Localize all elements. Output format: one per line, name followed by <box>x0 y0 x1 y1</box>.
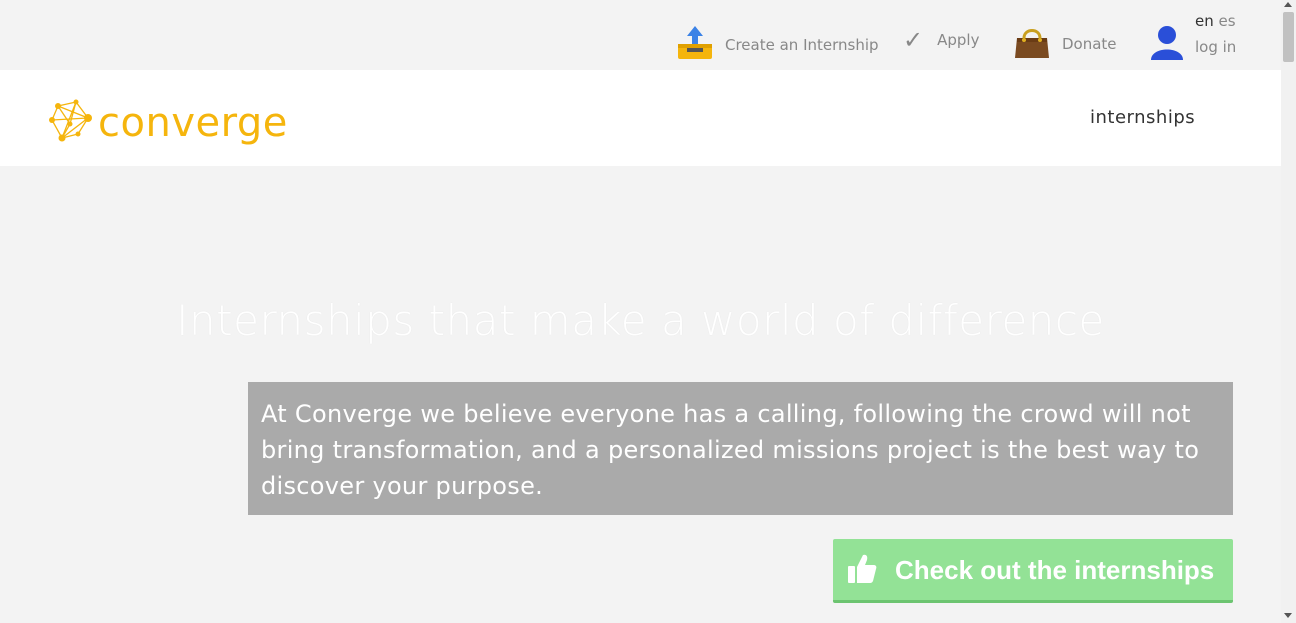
donate-link[interactable]: Donate <box>1014 24 1117 64</box>
hero-description: At Converge we believe everyone has a ca… <box>261 400 1200 500</box>
create-internship-label: Create an Internship <box>725 36 879 54</box>
scroll-up-arrow-icon[interactable] <box>1284 2 1292 7</box>
apply-link[interactable]: ✓ Apply <box>903 28 979 52</box>
lang-en[interactable]: en <box>1195 12 1214 30</box>
vertical-scrollbar[interactable] <box>1281 0 1296 623</box>
network-logo-icon <box>48 98 96 147</box>
hero-title: Internships that make a world of differe… <box>176 296 1105 345</box>
top-bar: Create an Internship ✓ Apply Donate en e… <box>0 0 1281 70</box>
handbag-icon <box>1014 24 1050 64</box>
check-internships-button[interactable]: Check out the internships <box>833 539 1233 603</box>
create-internship-link[interactable]: Create an Internship <box>677 26 879 64</box>
nav-internships[interactable]: internships <box>1090 107 1195 128</box>
lang-es[interactable]: es <box>1219 12 1236 30</box>
main-navbar: converge internships <box>0 70 1281 166</box>
check-internships-label: Check out the internships <box>895 555 1215 585</box>
checkmark-icon: ✓ <box>903 26 924 54</box>
thumbs-up-icon <box>847 553 877 590</box>
language-switcher: en es <box>1195 12 1236 30</box>
user-icon <box>1150 24 1184 64</box>
hero-description-box: At Converge we believe everyone has a ca… <box>248 382 1233 515</box>
donate-label: Donate <box>1062 35 1117 53</box>
scroll-thumb[interactable] <box>1283 12 1294 62</box>
user-account-icon-link[interactable] <box>1150 24 1196 64</box>
login-link[interactable]: log in <box>1195 38 1236 56</box>
apply-label: Apply <box>937 31 980 49</box>
converge-logo[interactable]: converge <box>48 98 288 147</box>
upload-tray-icon <box>677 26 713 64</box>
scroll-down-arrow-icon[interactable] <box>1284 613 1292 618</box>
logo-wordmark: converge <box>98 99 288 146</box>
